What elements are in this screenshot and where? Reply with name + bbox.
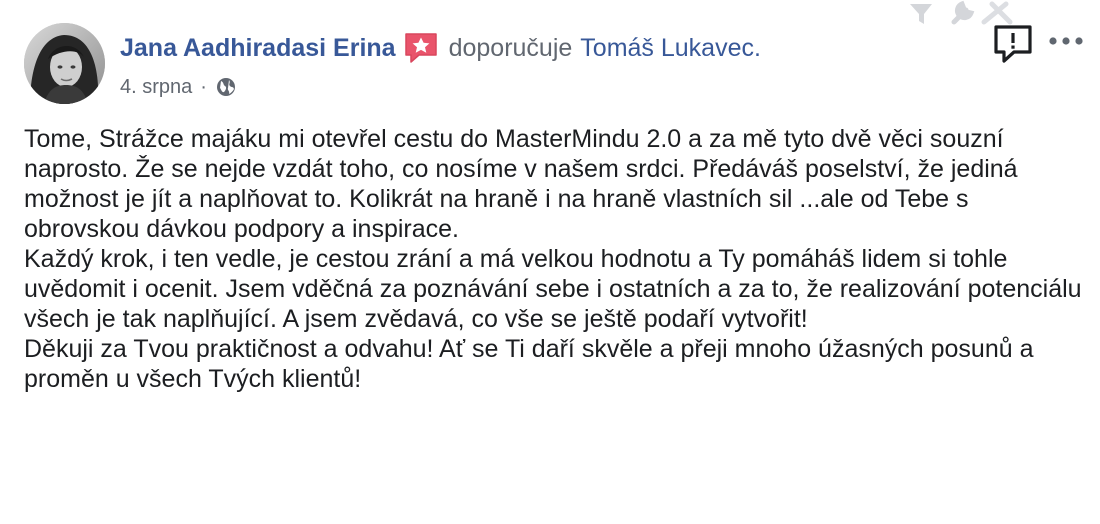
globe-icon[interactable]: [215, 76, 237, 98]
meta-separator: ·: [200, 75, 207, 98]
page-name-link[interactable]: Tomáš Lukavec.: [580, 34, 761, 63]
post-date[interactable]: 4. srpna: [120, 76, 192, 99]
recommend-star-icon: [404, 33, 437, 63]
recommendation-post: Jana Aadhiradasi Erina doporučuje Tomáš …: [0, 0, 1100, 524]
author-name-link[interactable]: Jana Aadhiradasi Erina: [120, 34, 396, 63]
more-options-icon[interactable]: [1046, 32, 1086, 50]
post-paragraph: Každý krok, i ten vedle, je cestou zrání…: [24, 245, 1082, 333]
faded-toolbar-icons: [910, 0, 1013, 25]
post-paragraph: Tome, Strážce majáku mi otevřel cestu do…: [24, 125, 1018, 243]
post-header: Jana Aadhiradasi Erina doporučuje Tomáš …: [120, 30, 761, 66]
post-body: Tome, Strážce majáku mi otevřel cestu do…: [24, 124, 1084, 394]
report-icon[interactable]: [992, 24, 1034, 64]
recommends-verb: doporučuje: [448, 33, 573, 62]
post-paragraph: Děkuji za Tvou praktičnost a odvahu! Ať …: [24, 335, 1034, 393]
post-meta: 4. srpna ·: [120, 72, 237, 102]
avatar[interactable]: [24, 23, 105, 104]
